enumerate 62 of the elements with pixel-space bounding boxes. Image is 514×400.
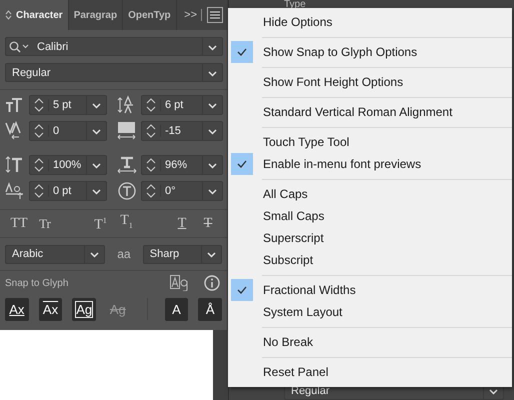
snap-button[interactable]: Ax [38, 298, 62, 320]
overflow-button[interactable]: >> [184, 9, 202, 21]
number-field[interactable]: 100% [29, 155, 107, 175]
number-field[interactable]: 0° [141, 181, 223, 201]
menu-item[interactable]: Small Caps [231, 205, 512, 227]
menu-item[interactable]: Show Snap to Glyph Options [231, 41, 512, 63]
stepper-icon[interactable] [34, 158, 44, 172]
antialias-dropdown[interactable]: Sharp [142, 244, 222, 264]
baseline-shift-icon [5, 181, 25, 201]
superscript-button[interactable]: T$^{1}$ [90, 213, 112, 234]
menu-item[interactable]: System Layout [231, 301, 512, 323]
horizontal-scale-icon [117, 155, 137, 175]
section-title: Snap to Glyph [5, 278, 68, 288]
panel-tab[interactable]: Character [0, 0, 69, 30]
subscript-button[interactable]: T$_{1}$ [116, 213, 138, 234]
menu-item[interactable]: Superscript [231, 227, 512, 249]
snap-button[interactable]: A [164, 298, 188, 320]
underline-button[interactable]: T [171, 216, 193, 232]
menu-item[interactable]: Show Font Height Options [231, 71, 512, 93]
glyph-bounds-icon[interactable] [170, 275, 188, 291]
font-family-field[interactable]: Calibri [5, 37, 223, 56]
menu-item[interactable]: Standard Vertical Roman Alignment [231, 101, 512, 123]
menu-item[interactable]: Hide Options [231, 11, 512, 33]
stepper-icon[interactable] [146, 124, 156, 138]
number-field[interactable]: 6 pt [141, 95, 223, 115]
stepper-icon[interactable] [34, 124, 44, 138]
snap-button[interactable]: Ax [5, 298, 29, 320]
search-icon [9, 40, 31, 52]
info-icon[interactable] [204, 275, 220, 291]
menu-item[interactable]: Touch Type Tool [231, 131, 512, 153]
menu-item[interactable]: Enable in-menu font previews [231, 153, 512, 175]
stepper-icon[interactable] [34, 184, 44, 198]
number-field[interactable]: -15 [141, 121, 223, 141]
number-field[interactable]: 96% [141, 155, 223, 175]
number-field[interactable]: 5 pt [29, 95, 107, 115]
antialias-label: aa [116, 247, 132, 261]
menu-item[interactable]: No Break [231, 331, 512, 353]
font-style-dropdown[interactable]: Regular [5, 63, 223, 82]
stepper-icon[interactable] [146, 184, 156, 198]
menu-icon[interactable] [207, 7, 223, 23]
rotation-icon [117, 181, 137, 201]
stepper-icon[interactable] [146, 158, 156, 172]
small-caps-button[interactable]: Tr [34, 216, 56, 232]
stepper-icon[interactable] [34, 98, 44, 112]
number-field[interactable]: 0 pt [29, 181, 107, 201]
number-field[interactable]: 0 [29, 121, 107, 141]
all-caps-button[interactable]: TT [8, 216, 30, 232]
font-size-icon [5, 95, 25, 115]
snap-button[interactable]: Ag [72, 298, 96, 320]
stepper-icon[interactable] [146, 98, 156, 112]
menu-item[interactable]: Reset Panel [231, 361, 512, 383]
snap-button[interactable]: Å [198, 298, 222, 320]
menu-item[interactable]: Subscript [231, 249, 512, 271]
strikethrough-button[interactable]: T [197, 216, 219, 232]
panel-tab[interactable]: Paragrap [68, 0, 124, 30]
language-dropdown[interactable]: Arabic [5, 244, 106, 264]
vertical-scale-icon [5, 155, 25, 175]
menu-item[interactable]: Fractional Widths [231, 279, 512, 301]
tracking-icon [117, 121, 137, 141]
panel-tab[interactable]: OpenTyp [123, 0, 177, 30]
collapse-arrows-icon [5, 10, 12, 20]
menu-item[interactable]: All Caps [231, 183, 512, 205]
